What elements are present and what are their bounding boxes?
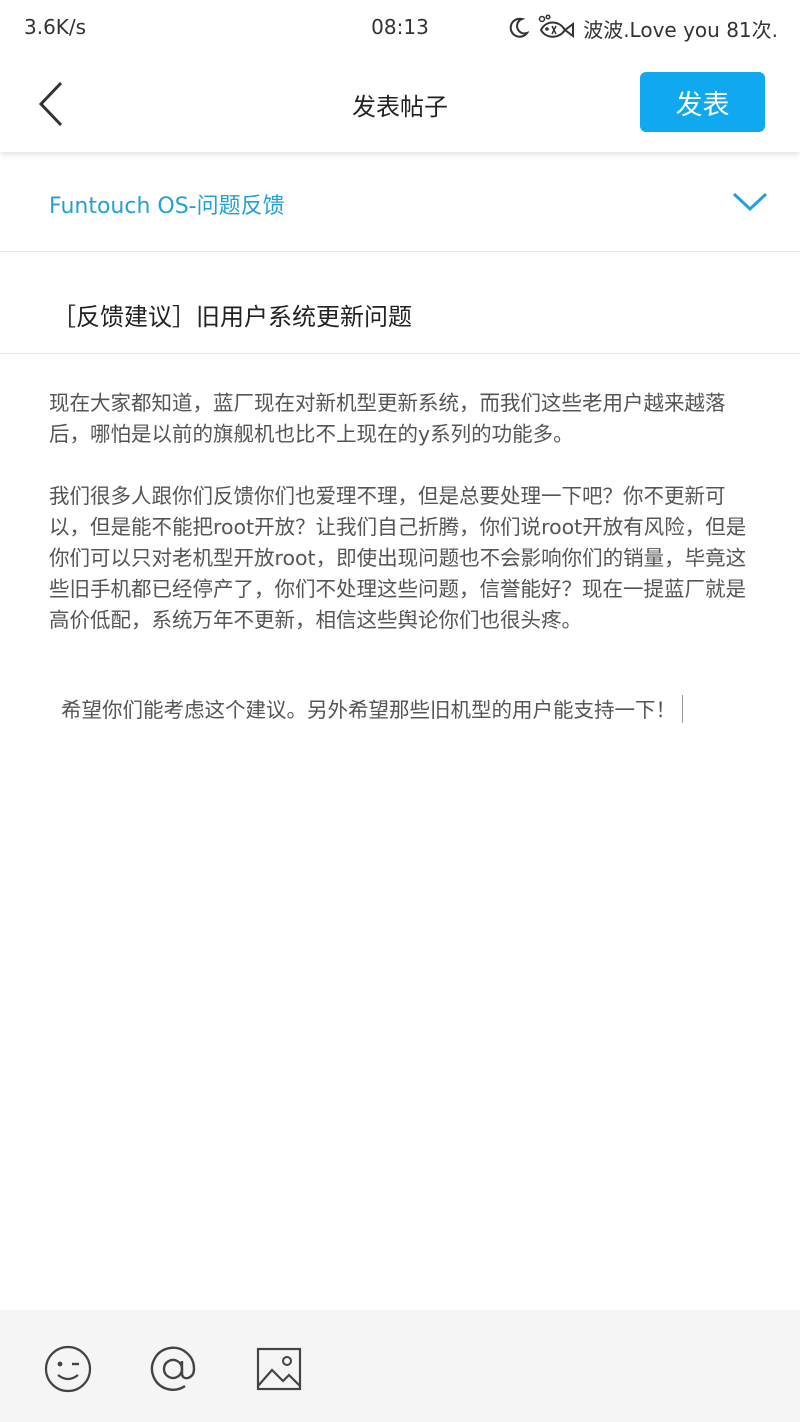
text-caret [682,695,683,723]
moon-icon [509,17,530,39]
image-icon [256,1347,302,1391]
at-mention-icon [150,1346,196,1391]
emoji-icon [44,1345,92,1393]
bottom-toolbar [0,1310,800,1422]
category-selector[interactable]: Funtouch OS-问题反馈 [0,152,800,252]
body-paragraph: 现在大家都知道，蓝厂现在对新机型更新系统，而我们这些老用户越来越落后，哪怕是以前… [49,391,726,446]
body-paragraph-last: 希望你们能考虑这个建议。另外希望那些旧机型的用户能支持一下！ [61,695,761,726]
publish-button[interactable]: 发表 [640,72,765,132]
post-title-field[interactable]: ［反馈建议］旧用户系统更新问题 [0,252,800,354]
emoji-button[interactable] [42,1343,94,1395]
carrier-text: 波波.Love you 81次. [583,17,778,42]
category-label: Funtouch OS-问题反馈 [49,194,285,219]
header: 发表帖子 发表 [0,56,800,152]
body-paragraph-text: 希望你们能考虑这个建议。另外希望那些旧机型的用户能支持一下！ [61,698,676,722]
chevron-down-icon [732,192,768,212]
fish-icon [537,14,575,42]
mention-button[interactable] [147,1343,199,1395]
body-paragraph: 我们很多人跟你们反馈你们也爱理不理，但是总要处理一下吧？你不更新可以，但是能不能… [49,484,747,632]
status-right: 波波.Love you 81次. [509,13,778,43]
status-bar: 3.6K/s 08:13 波波.Love you 81次. [0,0,800,56]
post-body-editor[interactable]: 现在大家都知道，蓝厂现在对新机型更新系统，而我们这些老用户越来越落后，哪怕是以前… [49,388,761,726]
insert-image-button[interactable] [253,1343,305,1395]
post-title: ［反馈建议］旧用户系统更新问题 [52,303,412,331]
